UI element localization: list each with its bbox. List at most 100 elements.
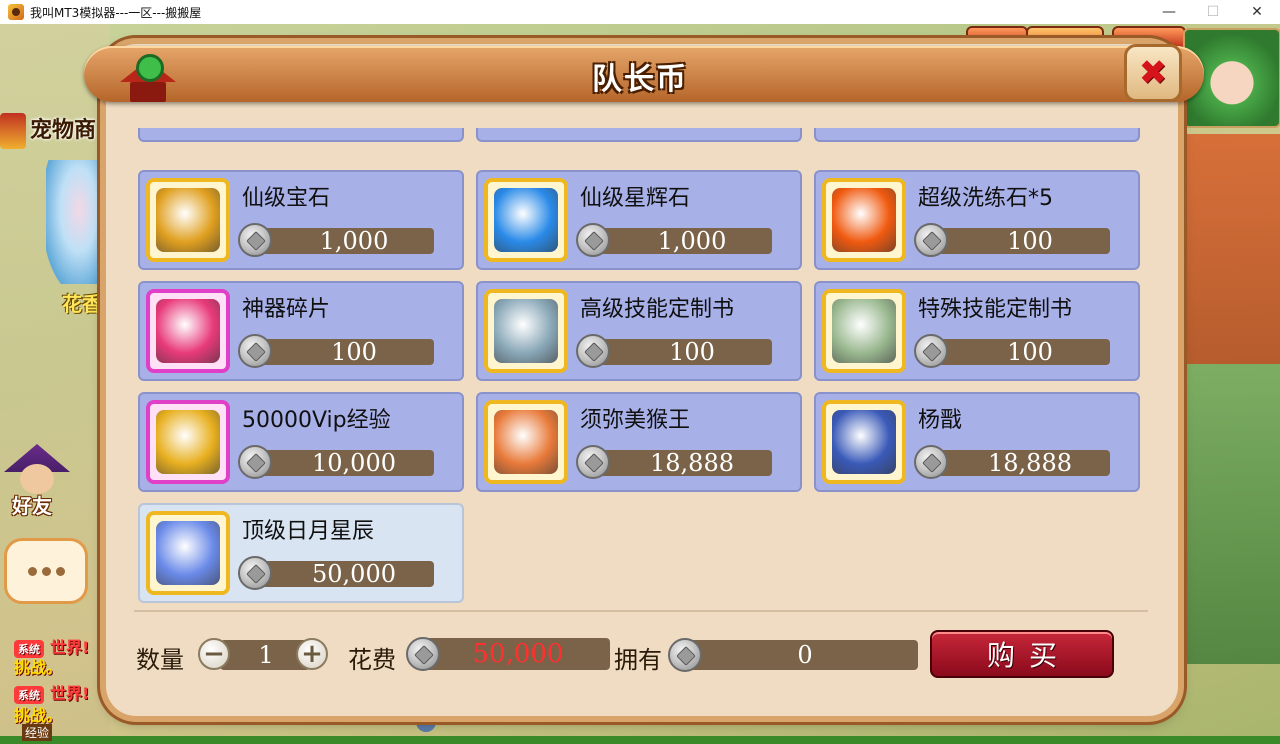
blue-gem-icon (494, 188, 558, 252)
item-icon-frame (822, 400, 906, 484)
silver-coin-icon (238, 445, 272, 479)
item-icon-frame (822, 178, 906, 262)
item-icon-frame (146, 511, 230, 595)
quantity-minus-button[interactable]: − (198, 638, 230, 670)
monkey-king-portrait-icon (494, 410, 558, 474)
item-card[interactable]: 特殊技能定制书 100 (814, 281, 1140, 381)
item-card[interactable]: 仙级宝石 1,000 (138, 170, 464, 270)
quantity-plus-button[interactable]: + (296, 638, 328, 670)
item-price-value: 18,888 (988, 449, 1072, 477)
buy-button[interactable]: 购买 (930, 630, 1114, 678)
item-price: 1,000 (238, 223, 434, 257)
chat-dot-icon (41, 566, 51, 576)
item-price: 18,888 (914, 445, 1110, 479)
panel-close-button[interactable]: ✖ (1124, 44, 1182, 102)
owned-value: 0 (797, 641, 813, 669)
list-item-partial[interactable] (814, 128, 1140, 142)
building-roof (1180, 134, 1280, 364)
silver-coin-icon (238, 556, 272, 590)
chat-dot-icon (55, 566, 65, 576)
item-name: 顶级日月星辰 (242, 519, 375, 544)
item-price-value: 100 (669, 338, 715, 366)
item-icon-frame (484, 400, 568, 484)
item-icon-frame (822, 289, 906, 373)
window-titlebar: 我叫MT3模拟器---一区---搬搬屋 — ☐ ✕ (0, 0, 1280, 25)
owned-label: 拥有 (614, 646, 662, 674)
item-name: 杨戬 (918, 408, 963, 433)
item-name: 仙级星辉石 (580, 186, 691, 211)
silver-coin-icon (576, 223, 610, 257)
item-name: 须弥美猴王 (580, 408, 691, 433)
chat-bubble-button[interactable] (4, 538, 88, 604)
npc-character[interactable] (46, 160, 112, 284)
item-card[interactable]: 须弥美猴王 18,888 (476, 392, 802, 492)
npc-name: 花香 (62, 292, 102, 316)
silver-coin-icon (576, 445, 610, 479)
item-price: 50,000 (238, 556, 434, 590)
chat-message-text: 挑战。 (14, 706, 63, 725)
item-icon-frame (484, 289, 568, 373)
silver-coin-icon (238, 223, 272, 257)
silver-coin-icon (914, 334, 948, 368)
quantity-value: 1 (258, 641, 274, 669)
item-price: 10,000 (238, 445, 434, 479)
maximize-button[interactable]: ☐ (1190, 0, 1236, 24)
item-card[interactable]: 高级技能定制书 100 (476, 281, 802, 381)
cost-value: 50,000 (472, 639, 564, 669)
item-card[interactable]: 仙级星辉石 1,000 (476, 170, 802, 270)
item-card[interactable]: 50000Vip经验 10,000 (138, 392, 464, 492)
item-card[interactable]: 超级洗练石*5 100 (814, 170, 1140, 270)
item-list[interactable]: 仙级宝石 1,000 仙级星辉石 1,000 超级洗练石*5 100 神器碎片 100 高级技能… (134, 128, 1148, 610)
item-price: 100 (238, 334, 434, 368)
silver-coin-icon (914, 445, 948, 479)
item-price: 18,888 (576, 445, 772, 479)
list-item-partial[interactable] (138, 128, 464, 142)
item-icon-frame (484, 178, 568, 262)
shop-lantern-icon (116, 50, 180, 106)
minimize-button[interactable]: — (1146, 0, 1192, 24)
treasure-chest-icon (156, 188, 220, 252)
item-price-value: 50,000 (312, 560, 396, 588)
chat-message-text: 挑战。 (14, 658, 63, 677)
item-price-value: 100 (331, 338, 377, 366)
item-price: 100 (914, 334, 1110, 368)
item-name: 高级技能定制书 (580, 297, 735, 322)
window-close-button[interactable]: ✕ (1234, 0, 1280, 24)
garden (1180, 364, 1280, 664)
skill-book-icon (494, 299, 558, 363)
panel-title: 队长币 (592, 62, 688, 97)
item-price-value: 18,888 (650, 449, 734, 477)
silver-coin-icon (238, 334, 272, 368)
cost-label: 花费 (348, 646, 396, 674)
quantity-label: 数量 (136, 646, 184, 674)
item-price-value: 1,000 (319, 227, 389, 255)
item-price-value: 1,000 (657, 227, 727, 255)
item-name: 特殊技能定制书 (918, 297, 1073, 322)
list-item-partial[interactable] (476, 128, 802, 142)
chat-dot-icon (27, 566, 37, 576)
item-price: 100 (914, 223, 1110, 257)
fire-orb-icon (832, 188, 896, 252)
silver-coin-icon (668, 638, 702, 672)
item-card[interactable]: 神器碎片 100 (138, 281, 464, 381)
footer-divider (134, 610, 1148, 612)
item-price-value: 10,000 (312, 449, 396, 477)
window-title: 我叫MT3模拟器---一区---搬搬屋 (30, 5, 202, 20)
item-card[interactable]: 杨戬 18,888 (814, 392, 1140, 492)
app-icon (8, 4, 24, 20)
pet-shop-npc-label[interactable]: 宠物商 (0, 112, 96, 149)
pet-shop-icon (0, 113, 26, 149)
chat-message: 系统 世界! (14, 680, 89, 704)
item-price-value: 100 (1007, 338, 1053, 366)
starry-beast-icon (156, 521, 220, 585)
item-price: 100 (576, 334, 772, 368)
silver-coin-icon (406, 637, 440, 671)
item-icon-frame (146, 178, 230, 262)
yang-jian-portrait-icon (832, 410, 896, 474)
item-card[interactable]: 顶级日月星辰 50,000 (138, 503, 464, 603)
item-name: 仙级宝石 (242, 186, 331, 211)
silver-coin-icon (576, 334, 610, 368)
item-icon-frame (146, 400, 230, 484)
item-name: 超级洗练石*5 (918, 186, 1053, 211)
item-name: 神器碎片 (242, 297, 331, 322)
